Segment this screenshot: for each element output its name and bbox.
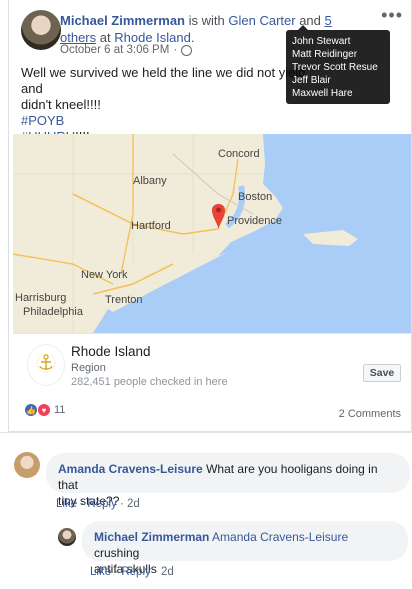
- more-icon[interactable]: •••: [381, 6, 403, 24]
- like-reaction-icon: 👍: [25, 404, 37, 416]
- commenter-avatar[interactable]: [14, 452, 40, 478]
- reply-text: crushing: [94, 546, 140, 560]
- map-label-philadelphia: Philadelphia: [23, 306, 83, 318]
- rhode-island-flag: [27, 344, 65, 386]
- tagged-people-tooltip: John Stewart Matt Reidinger Trevor Scott…: [286, 25, 390, 104]
- save-button[interactable]: Save: [363, 364, 401, 382]
- reply-link[interactable]: Reply: [121, 566, 150, 578]
- tooltip-name: Matt Reidinger: [292, 49, 358, 60]
- tooltip-name: John Stewart: [292, 36, 351, 47]
- comments-divider: [0, 432, 412, 433]
- comment-author[interactable]: Amanda Cravens-Leisure: [58, 462, 203, 476]
- hashtag-link[interactable]: #POYB: [21, 113, 64, 128]
- like-link[interactable]: Like: [90, 566, 111, 578]
- globe-icon: [181, 44, 193, 56]
- comment-actions: Like · Reply · 2d: [56, 498, 140, 510]
- mention-link[interactable]: Amanda Cravens-Leisure: [212, 530, 348, 544]
- map-label-hartford: Hartford: [131, 220, 171, 232]
- post-text-line: didn't kneel!!!!: [21, 97, 101, 112]
- tooltip-name: Maxwell Hare: [292, 88, 353, 99]
- love-reaction-icon: ♥: [38, 404, 50, 416]
- with-text: is with: [188, 13, 225, 28]
- author-avatar[interactable]: [21, 10, 61, 50]
- comment-count-link[interactable]: 2 Comments: [339, 408, 401, 420]
- author-name[interactable]: Michael Zimmerman: [60, 13, 185, 28]
- place-type: Region: [71, 362, 106, 374]
- map-graphic: [13, 134, 411, 333]
- reply-link[interactable]: Reply: [87, 498, 116, 510]
- post-text-line: Well we survived we held the line we did…: [21, 65, 306, 96]
- tooltip-name: Jeff Blair: [292, 75, 331, 86]
- map-label-new-york: New York: [81, 269, 128, 281]
- map-label-providence: Providence: [227, 215, 283, 227]
- reactions-summary[interactable]: 👍 ♥ 11: [25, 404, 65, 416]
- map-label-albany: Albany: [133, 175, 167, 187]
- place-name[interactable]: Rhode Island: [71, 344, 151, 359]
- like-link[interactable]: Like: [56, 498, 77, 510]
- reply-bubble: Michael Zimmerman Amanda Cravens-Leisure…: [82, 521, 408, 576]
- place-checkins: 282,451 people checked in here: [71, 376, 228, 388]
- at-text: at: [99, 30, 111, 45]
- reply-time[interactable]: 2d: [161, 566, 174, 578]
- location-link[interactable]: Rhode Island.: [114, 30, 194, 45]
- reply-author-avatar[interactable]: [58, 528, 76, 546]
- location-map[interactable]: Concord Albany Boston Hartford Providenc…: [13, 134, 411, 333]
- reply-actions: Like · Reply · 2d: [90, 566, 174, 578]
- place-card[interactable]: Rhode Island Region 282,451 people check…: [13, 333, 411, 397]
- anchor-icon: [36, 353, 56, 373]
- post-text: Well we survived we held the line we did…: [21, 65, 321, 145]
- map-label-trenton: Trenton: [105, 294, 143, 306]
- comment-bubble: Amanda Cravens-Leisure What are you hool…: [46, 453, 410, 508]
- tagged-person-link[interactable]: Glen Carter: [228, 13, 295, 28]
- map-label-concord: Concord: [218, 148, 260, 160]
- map-label-harrisburg: Harrisburg: [15, 292, 67, 304]
- reply-author[interactable]: Michael Zimmerman: [94, 530, 209, 544]
- tooltip-name: Trevor Scott Resue: [292, 62, 378, 73]
- post-timestamp[interactable]: October 6 at 3:06 PM: [60, 44, 169, 56]
- reaction-count: 11: [54, 404, 66, 416]
- map-label-boston: Boston: [238, 191, 273, 203]
- comment-time[interactable]: 2d: [127, 498, 140, 510]
- post-meta: October 6 at 3:06 PM ·: [60, 44, 193, 56]
